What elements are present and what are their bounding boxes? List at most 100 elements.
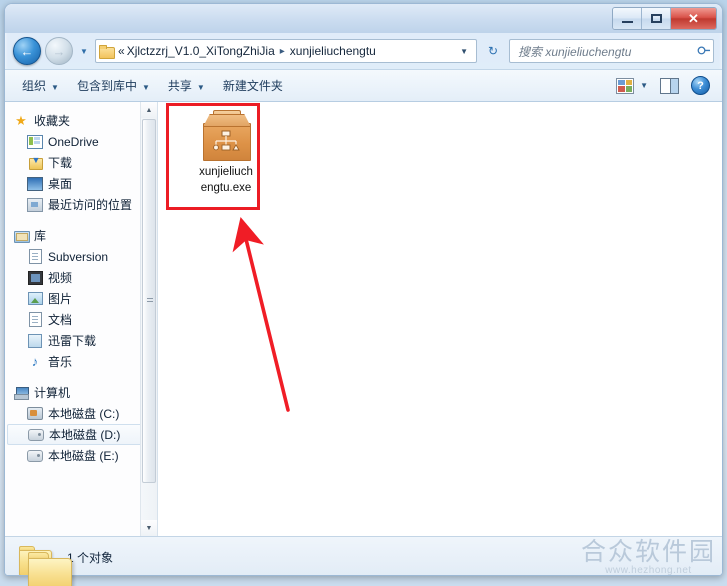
breadcrumb-current[interactable]: xunjieliuchengtu [289,44,377,58]
desktop-icon [27,176,43,192]
star-icon: ★ [15,112,27,128]
breadcrumb-separator-icon: ▸ [279,45,285,57]
sidebar-label: 库 [34,229,47,243]
sidebar-label: 音乐 [48,355,73,369]
sidebar-item-disk-d[interactable]: 本地磁盘 (D:) [7,424,153,445]
sidebar-label: 本地磁盘 (C:) [48,407,120,421]
nav-group-libraries: 库 Subversion 视频 图片 文档 迅雷下载 ♪ 音乐 [5,225,157,372]
view-layout-icon [616,77,635,94]
recent-places-icon [27,197,43,213]
sidebar-label: 图片 [48,292,73,306]
setup-box-icon [200,110,252,161]
sidebar-item-computer[interactable]: 计算机 [5,382,157,403]
history-dropdown-button[interactable]: ▼ [77,47,91,56]
flowchart-glyph [213,130,240,151]
disk-icon [27,448,43,464]
close-button[interactable]: ✕ [671,8,716,29]
breadcrumb[interactable]: « Xjlctzzrj_V1.0_XiTongZhiJia ▸ xunjieli… [95,39,477,63]
help-button[interactable]: ? [687,74,714,97]
share-button[interactable]: 共享 ▼ [159,73,214,98]
chevron-down-icon: ▼ [51,83,59,92]
search-input[interactable]: 搜索 xunjieliuchengtu [518,43,698,60]
sidebar-label: Subversion [48,249,109,264]
sidebar-label: 视频 [48,271,73,285]
sidebar-item-xunlei-downloads[interactable]: 迅雷下载 [5,330,157,351]
maximize-button[interactable] [642,8,671,29]
sidebar-label: 文档 [48,313,73,327]
help-icon: ? [691,76,710,95]
include-in-library-button[interactable]: 包含到库中 ▼ [68,73,159,98]
command-bar-right-group: ▼ ? [612,74,714,97]
sidebar-label: 收藏夹 [34,114,71,128]
sidebar-item-recent-places[interactable]: 最近访问的位置 [5,194,157,215]
sidebar-item-libraries[interactable]: 库 [5,225,157,246]
sidebar-scrollbar[interactable]: ▲ ▼ [140,102,157,536]
sidebar-item-documents[interactable]: 文档 [5,309,157,330]
file-name-line1: xunjieliuch [199,166,253,178]
chevron-down-icon: ▼ [80,46,88,56]
watermark: 合众软件园 www.hezhong.net [580,537,716,576]
watermark-url: www.hezhong.net [605,565,692,576]
change-view-button[interactable]: ▼ [612,76,652,96]
organize-label: 组织 [22,79,47,93]
sidebar-item-subversion[interactable]: Subversion [5,246,157,267]
scroll-down-button[interactable]: ▼ [141,520,157,536]
sidebar-item-onedrive[interactable]: OneDrive [5,131,157,152]
sidebar-label: 下载 [48,156,73,170]
back-button[interactable]: ← [13,37,41,65]
navigation-pane: ★ 收藏夹 OneDrive 下载 桌面 [5,102,158,536]
sidebar-item-downloads[interactable]: 下载 [5,152,157,173]
watermark-title: 合众软件园 [580,537,716,566]
sidebar-item-disk-e[interactable]: 本地磁盘 (E:) [5,445,157,466]
explorer-window: ✕ ← → ▼ « Xjlctzzrj_V1.0_XiTongZhiJia ▸ … [4,3,723,576]
forward-arrow-icon: → [52,43,66,59]
command-bar: 组织 ▼ 包含到库中 ▼ 共享 ▼ 新建文件夹 ▼ ? [5,69,722,102]
nav-group-favorites: ★ 收藏夹 OneDrive 下载 桌面 [5,110,157,215]
onedrive-icon [27,134,43,150]
search-box[interactable]: 搜索 xunjieliuchengtu [509,39,714,63]
taskbar-folder-icon[interactable] [28,552,74,586]
sidebar-item-music[interactable]: ♪ 音乐 [5,351,157,372]
preview-pane-button[interactable] [654,76,685,96]
scroll-up-button[interactable]: ▲ [141,102,157,118]
sidebar-label: 最近访问的位置 [48,198,133,212]
preview-pane-icon [660,77,679,94]
breadcrumb-parent[interactable]: Xjlctzzrj_V1.0_XiTongZhiJia [126,44,276,58]
picture-icon [27,291,43,307]
new-folder-button[interactable]: 新建文件夹 [214,73,292,98]
chevron-down-icon: ▼ [145,524,153,532]
xunlei-icon [27,333,43,349]
chevron-down-icon: ▼ [640,81,648,90]
sidebar-label: OneDrive [48,134,99,149]
window-controls: ✕ [612,7,717,30]
refresh-button[interactable]: ↻ [481,39,505,63]
scrollbar-thumb[interactable] [142,119,156,483]
sidebar-item-favorites[interactable]: ★ 收藏夹 [5,110,157,131]
nav-group-computer: 计算机 本地磁盘 (C:) 本地磁盘 (D:) 本地磁盘 (E:) [5,382,157,466]
include-in-library-label: 包含到库中 [76,79,137,93]
music-icon: ♪ [31,354,39,369]
chevron-up-icon: ▲ [145,106,153,114]
disk-system-icon [27,406,43,422]
address-bar: ← → ▼ « Xjlctzzrj_V1.0_XiTongZhiJia ▸ xu… [5,33,722,69]
breadcrumb-dropdown-icon[interactable]: ▼ [456,47,474,56]
file-list-pane[interactable]: xunjieliuch engtu.exe [158,102,722,536]
file-item-xunjieliuchengtu[interactable]: xunjieliuch engtu.exe [180,110,272,196]
organize-button[interactable]: 组织 ▼ [13,73,68,98]
forward-button[interactable]: → [45,37,73,65]
sidebar-item-videos[interactable]: 视频 [5,267,157,288]
title-bar: ✕ [5,4,722,33]
folder-icon [99,44,115,59]
minimize-button[interactable] [613,8,642,29]
maximize-icon [650,14,662,23]
computer-icon [13,385,29,401]
sidebar-item-desktop[interactable]: 桌面 [5,173,157,194]
sidebar-item-pictures[interactable]: 图片 [5,288,157,309]
close-icon: ✕ [688,10,699,26]
disk-icon [28,427,44,443]
sidebar-item-disk-c[interactable]: 本地磁盘 (C:) [5,403,157,424]
document-icon [27,249,43,265]
back-arrow-icon: ← [20,43,34,59]
refresh-icon: ↻ [487,44,499,58]
sidebar-label: 本地磁盘 (E:) [48,449,119,463]
